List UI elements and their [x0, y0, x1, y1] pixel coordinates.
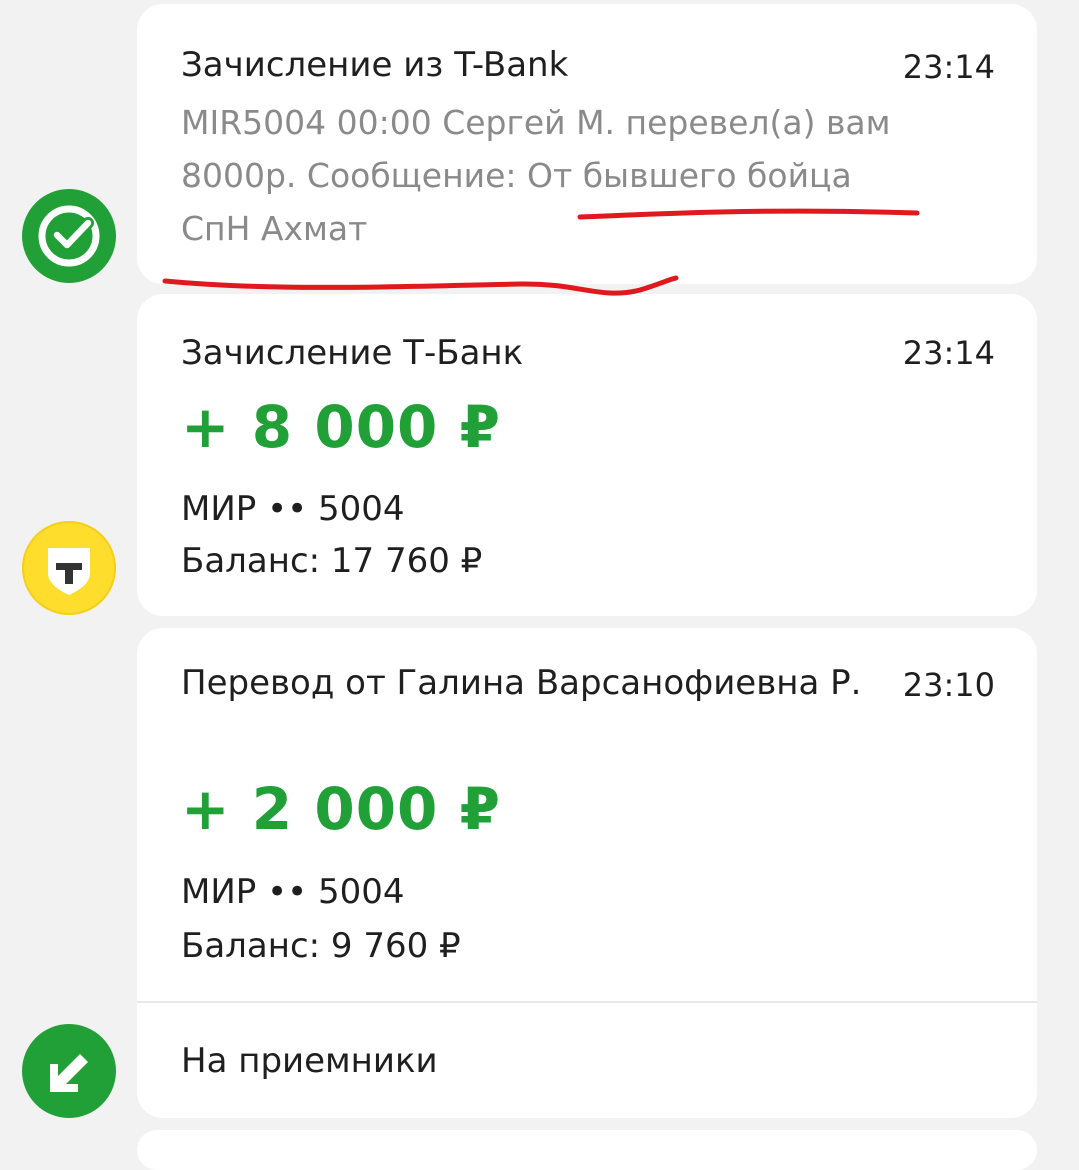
transaction-title: Зачисление из T-Bank — [181, 45, 569, 85]
transaction-amount: + 8 000 ₽ — [181, 393, 501, 461]
transaction-amount: + 2 000 ₽ — [181, 775, 501, 843]
transaction-card-next[interactable] — [137, 1130, 1037, 1170]
incoming-arrow-icon — [22, 1024, 116, 1118]
transaction-title: Перевод от Галина Варсанофиевна Р. — [181, 663, 862, 703]
transaction-title: Зачисление Т-Банк — [181, 333, 524, 373]
transaction-balance: Баланс: 9 760 ₽ — [181, 926, 461, 966]
tbank-shield-icon — [22, 521, 116, 615]
transaction-card-tbank[interactable]: Зачисление Т-Банк 23:14 + 8 000 ₽ МИР ••… — [137, 294, 1037, 616]
transaction-balance: Баланс: 17 760 ₽ — [181, 541, 483, 581]
transaction-card-transfer[interactable]: Перевод от Галина Варсанофиевна Р. 23:10… — [137, 628, 1037, 1118]
divider — [137, 1001, 1037, 1003]
transaction-note: На приемники — [181, 1041, 438, 1081]
sber-check-icon — [22, 189, 116, 283]
transaction-card-sms[interactable]: Зачисление из T-Bank 23:14 MIR5004 00:00… — [137, 4, 1037, 284]
transaction-time: 23:10 — [902, 666, 995, 704]
transaction-time: 23:14 — [902, 334, 995, 372]
transaction-card-number: МИР •• 5004 — [181, 489, 405, 529]
transaction-message: MIR5004 00:00 Сергей М. перевел(а) вам 8… — [181, 103, 891, 248]
transaction-card-number: МИР •• 5004 — [181, 872, 405, 912]
transaction-time: 23:14 — [902, 48, 995, 86]
